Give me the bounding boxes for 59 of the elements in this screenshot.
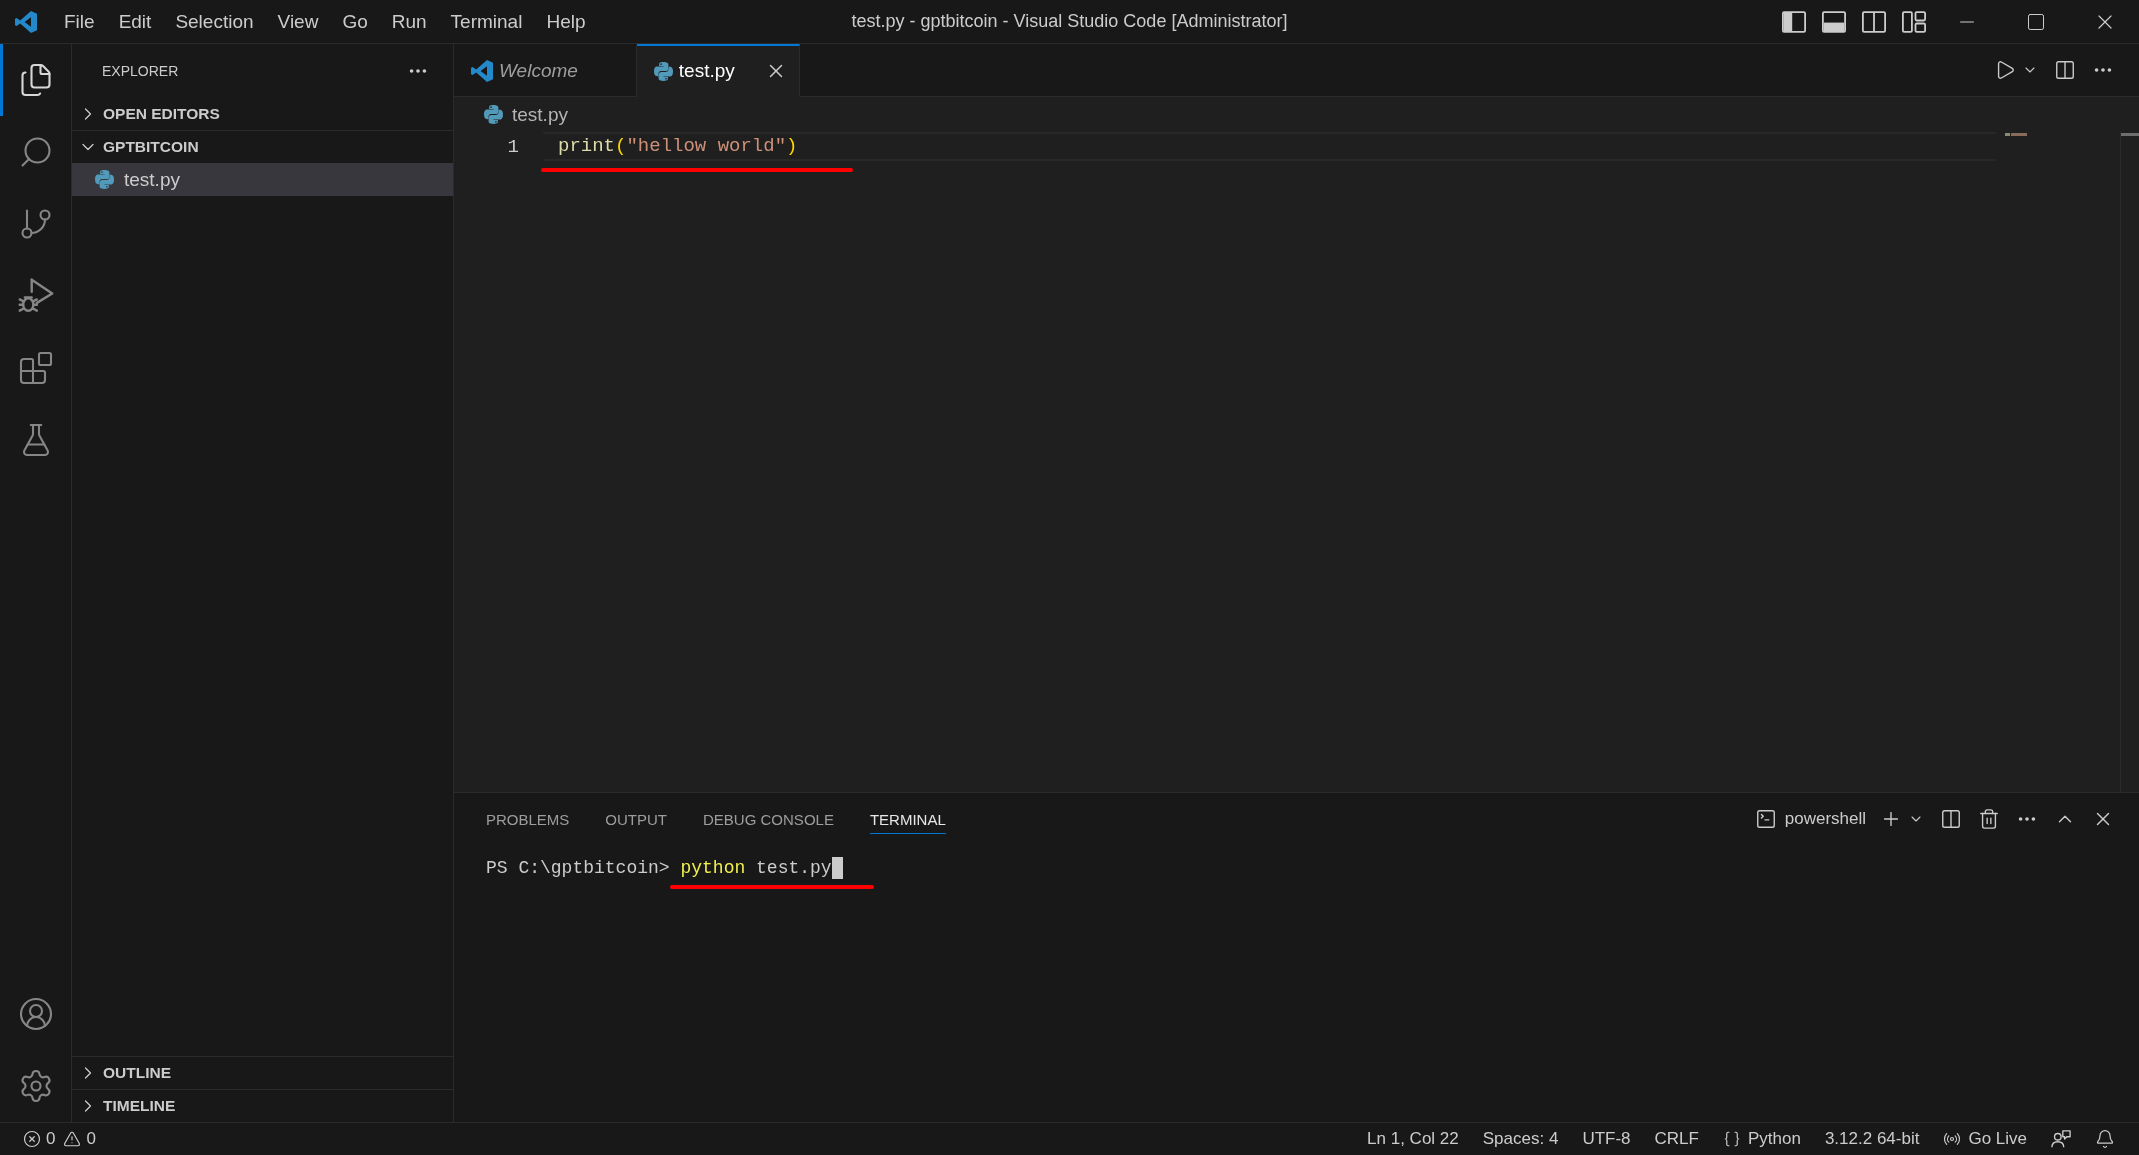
overview-ruler-marker — [2121, 133, 2139, 136]
code-line: print("hellow world") — [558, 134, 798, 159]
app-logo-icon — [471, 60, 493, 82]
menu-item[interactable]: Run — [379, 6, 439, 37]
terminal-command: python test.py — [680, 858, 832, 878]
maximize-icon[interactable] — [2025, 11, 2046, 32]
warning-icon — [63, 1130, 82, 1148]
error-icon — [23, 1130, 41, 1148]
status-item[interactable]: Python — [1710, 1129, 1813, 1149]
terminal-prompt: PS C:\gptbitcoin> — [486, 858, 670, 878]
status-item[interactable]: UTF-8 — [1570, 1129, 1643, 1149]
editor-tab[interactable]: Welcome — [454, 44, 637, 97]
window-title: test.py - gptbitcoin - Visual Studio Code [Administrator] — [851, 11, 1288, 32]
menu-item[interactable]: Help — [534, 6, 598, 37]
file-type-icon — [484, 105, 503, 124]
status-item[interactable]: Spaces: 4 — [1470, 1129, 1571, 1149]
layout-icon[interactable] — [1902, 10, 1926, 33]
menu-item[interactable]: Selection — [163, 6, 266, 37]
app-logo-icon — [15, 10, 37, 33]
trash-icon[interactable] — [1978, 808, 2000, 830]
bell-icon[interactable] — [2095, 1129, 2115, 1149]
breadcrumb[interactable]: test.py — [484, 103, 568, 126]
panel-tab[interactable]: DEBUG CONSOLE — [703, 804, 834, 834]
section-header[interactable]: OPEN EDITORS — [72, 97, 453, 130]
problems-status[interactable]: 0 — [59, 1129, 100, 1149]
status-item[interactable]: Ln 1, Col 22 — [1355, 1129, 1471, 1149]
editor-tab[interactable]: test.py — [636, 44, 800, 97]
braces-icon — [1722, 1130, 1741, 1148]
problems-status[interactable]: 0 — [19, 1129, 60, 1149]
split-icon[interactable] — [2054, 59, 2076, 81]
minimap-drawing — [2005, 133, 2027, 136]
split-icon[interactable] — [1940, 808, 1962, 830]
person-bubble-icon[interactable] — [2051, 1129, 2071, 1149]
menu-item[interactable]: View — [265, 6, 331, 37]
file-type-icon — [653, 61, 673, 81]
sidebar-title: EXPLORER — [102, 62, 179, 79]
person-circle-icon[interactable] — [17, 996, 54, 1032]
play-bug-icon[interactable] — [17, 278, 54, 314]
panel-tab[interactable]: TERMINAL — [869, 804, 946, 834]
menu-item[interactable]: Edit — [106, 6, 164, 37]
panel-right-icon[interactable] — [1862, 10, 1886, 33]
terminal-instance-button[interactable]: powershell — [1754, 808, 1866, 830]
status-item[interactable]: Go Live — [1931, 1129, 2039, 1149]
menu-item[interactable]: Terminal — [438, 6, 535, 37]
status-item[interactable]: 3.12.2 64-bit — [1812, 1129, 1932, 1149]
broadcast-icon — [1943, 1130, 1962, 1148]
panel-tab[interactable]: PROBLEMS — [486, 804, 570, 834]
terminal-icon — [1754, 808, 1777, 830]
tree-row[interactable]: test.py — [72, 163, 453, 196]
menu-item[interactable]: File — [52, 6, 107, 37]
panel-left-icon[interactable] — [1782, 10, 1806, 33]
blocks-icon[interactable] — [17, 350, 54, 386]
section-header[interactable]: OUTLINE — [72, 1056, 453, 1089]
file-type-icon — [95, 170, 114, 189]
status-item[interactable]: CRLF — [1642, 1129, 1711, 1149]
panel-tab[interactable]: OUTPUT — [605, 804, 668, 834]
menu-item[interactable]: Go — [330, 6, 380, 37]
panel-bottom-icon[interactable] — [1822, 10, 1846, 33]
line-number: 1 — [507, 135, 519, 158]
